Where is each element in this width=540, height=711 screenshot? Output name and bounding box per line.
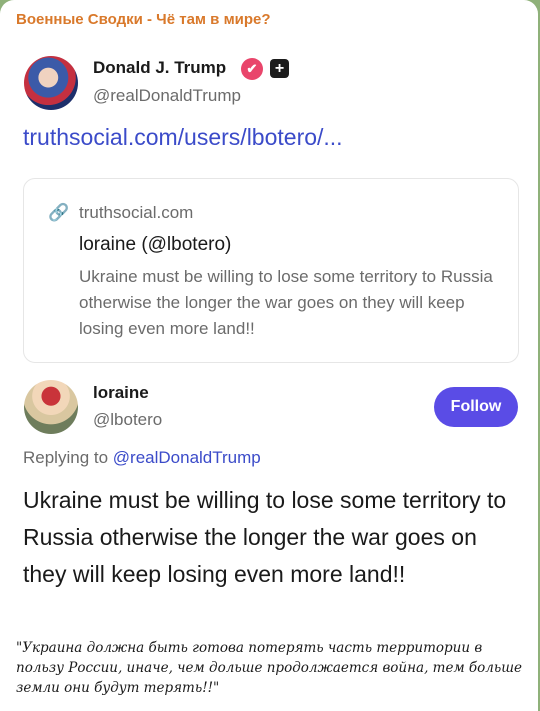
replying-prefix: Replying to: [23, 448, 113, 467]
plus-icon: +: [270, 59, 289, 78]
avatar-loraine[interactable]: [24, 380, 78, 434]
follow-button[interactable]: Follow: [434, 387, 518, 427]
verified-badge-icon: ✔: [241, 58, 263, 80]
caption-translation: "Украина должна быть готова потерять час…: [16, 640, 523, 696]
link-preview-card[interactable]: 🔗 truthsocial.com loraine (@lbotero) Ukr…: [23, 178, 519, 363]
preview-domain: truthsocial.com: [79, 203, 194, 222]
replying-handle-link[interactable]: @realDonaldTrump: [113, 448, 261, 467]
replying-to-line: Replying to @realDonaldTrump: [23, 448, 261, 468]
message-bubble: Военные Сводки - Чё там в мире? Donald J…: [0, 0, 538, 711]
author-name[interactable]: Donald J. Trump: [93, 58, 226, 78]
link-icon: 🔗: [48, 203, 70, 222]
avatar-trump[interactable]: [24, 56, 78, 110]
reply-author-handle[interactable]: @lbotero: [93, 410, 162, 430]
preview-description: Ukraine must be willing to lose some ter…: [79, 267, 493, 338]
author-handle[interactable]: @realDonaldTrump: [93, 86, 241, 106]
preview-title: loraine (@lbotero): [79, 234, 232, 255]
reply-post-text: Ukraine must be willing to lose some ter…: [23, 487, 507, 587]
channel-name[interactable]: Военные Сводки - Чё там в мире?: [16, 11, 271, 28]
post-link[interactable]: truthsocial.com/users/lbotero/...: [23, 124, 343, 151]
reply-author-name[interactable]: loraine: [93, 383, 149, 403]
